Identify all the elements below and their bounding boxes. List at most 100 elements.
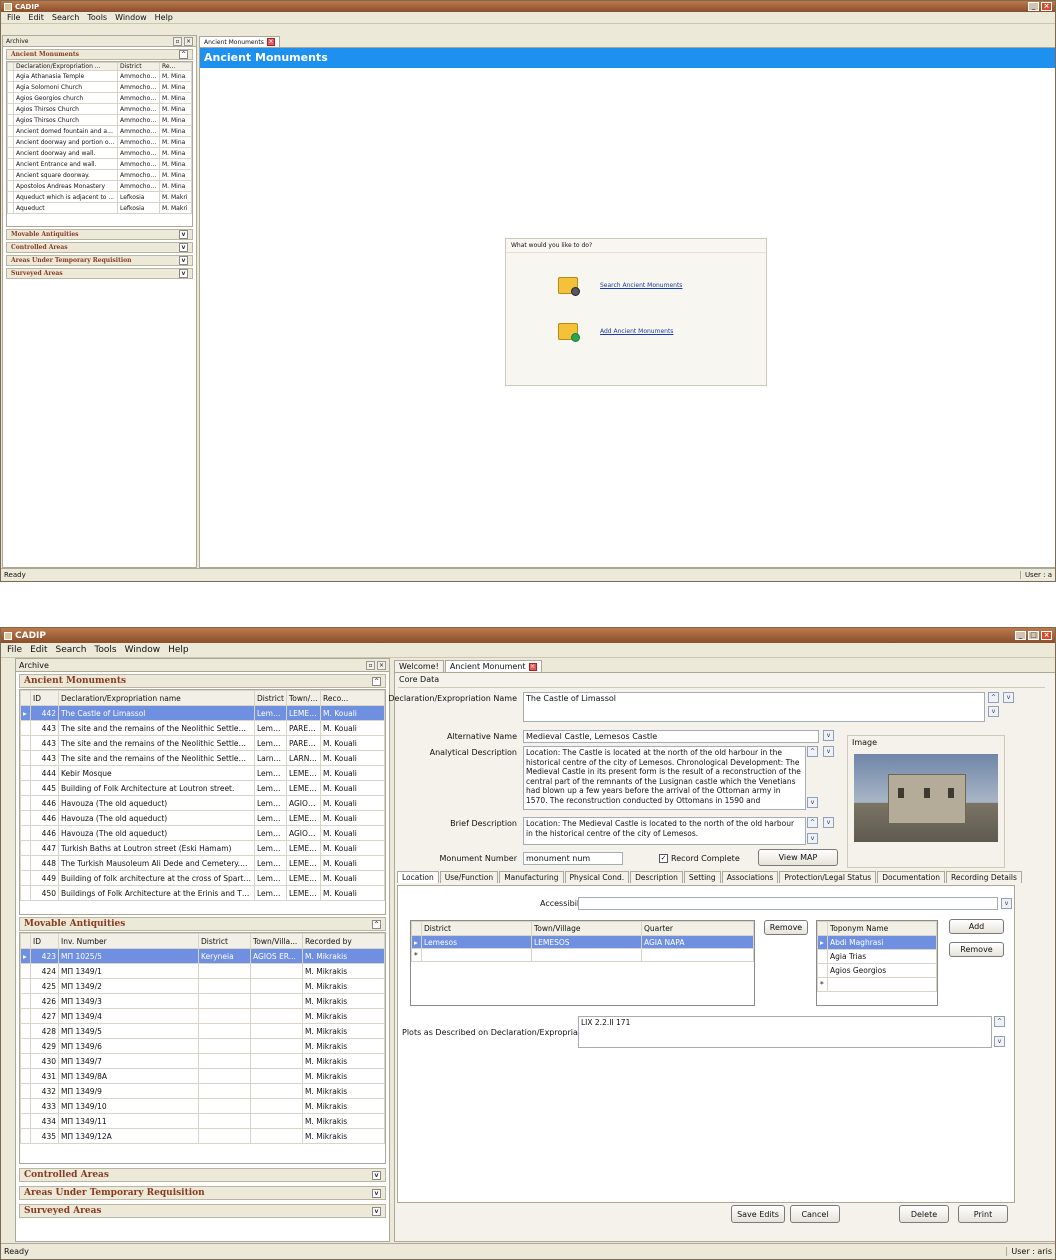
table-cell[interactable]: Ancient domed fountain and an... — [13, 125, 118, 137]
declaration-name-field[interactable]: The Castle of Limassol — [523, 692, 985, 722]
close-window-button[interactable]: × — [1041, 2, 1052, 11]
table-row[interactable]: 427 MΠ 1349/4 M. Mikrakis — [20, 1008, 385, 1024]
table-cell[interactable]: 432 — [30, 1083, 59, 1099]
scroll-up-icon[interactable]: ^ — [988, 692, 999, 703]
table-cell[interactable]: Aqueduct which is adjacent to ... — [13, 191, 118, 203]
table-row[interactable]: 446Havouza (The old aqueduct)LemesosLEME… — [20, 810, 385, 826]
table-cell[interactable]: Buildings of Folk Architecture at the Er… — [58, 885, 255, 901]
maximize-button[interactable]: □ — [1028, 631, 1039, 640]
new-row[interactable]: * — [817, 977, 937, 992]
section-surveyed-areas[interactable]: Surveyed Areas v — [6, 268, 193, 279]
table-cell[interactable]: M. Kouali — [320, 825, 385, 841]
scroll-up-icon[interactable]: ^ — [807, 746, 818, 757]
table-cell[interactable]: Ancient doorway and portion of... — [13, 136, 118, 148]
table-row[interactable]: Agios Georgios — [817, 963, 937, 978]
table-cell[interactable]: M. Kouali — [320, 705, 385, 721]
table-cell[interactable]: 429 — [30, 1038, 59, 1054]
col-district[interactable]: District — [198, 933, 251, 949]
col-id[interactable]: ID — [30, 690, 59, 706]
table-cell[interactable]: M. Makri — [159, 191, 192, 203]
table-row[interactable]: Aqueduct Lefkosia M. Makri — [7, 202, 192, 214]
chevron-down-icon[interactable]: v — [372, 1188, 381, 1198]
close-tab-icon[interactable]: × — [266, 38, 275, 46]
section-movable-antiquities[interactable]: Movable Antiquities ^ — [19, 917, 386, 931]
table-cell[interactable]: MΠ 1349/2 — [58, 978, 199, 994]
table-cell[interactable]: Building of Folk Architecture at Loutron… — [58, 780, 255, 796]
table-row[interactable]: 443 The site and the remains of the Neoli… — [20, 735, 385, 751]
table-row[interactable]: 450 Buildings of Folk Architecture at the… — [20, 885, 385, 901]
table-cell[interactable]: 448 — [30, 855, 59, 871]
table-cell[interactable]: 431 — [30, 1068, 59, 1084]
table-cell[interactable] — [250, 1113, 303, 1129]
search-ancient-monuments-link[interactable]: Search Ancient Monuments — [600, 282, 682, 289]
table-cell[interactable]: LEMES... — [286, 885, 321, 901]
menu-help[interactable]: Help — [155, 13, 173, 22]
table-cell[interactable]: Agia Athanasia Temple — [13, 70, 118, 82]
table-cell[interactable]: 446 — [30, 795, 59, 811]
table-cell[interactable]: MΠ 1349/8A — [58, 1068, 199, 1084]
table-cell[interactable]: M. Mina — [159, 81, 192, 93]
col-town[interactable]: Town/Village — [531, 921, 642, 936]
table-row[interactable]: Ancient doorway and wall. Ammochos... M. M… — [7, 147, 192, 159]
table-cell[interactable]: LEMES... — [286, 840, 321, 856]
chevron-down-icon[interactable]: v — [179, 230, 188, 239]
table-cell[interactable]: M. Mikrakis — [302, 1023, 385, 1039]
table-cell[interactable]: M. Kouali — [320, 855, 385, 871]
scroll-down-icon[interactable]: v — [994, 1036, 1005, 1047]
table-cell[interactable] — [250, 978, 303, 994]
table-cell[interactable]: 425 — [30, 978, 59, 994]
table-cell[interactable]: M. Kouali — [320, 810, 385, 826]
table-cell[interactable] — [250, 1083, 303, 1099]
close-icon[interactable]: × — [377, 660, 386, 670]
quarter-cell[interactable]: AGIA NAPA — [641, 935, 754, 949]
table-row[interactable]: 434 MΠ 1349/11 M. Mikrakis — [20, 1113, 385, 1129]
minimize-button[interactable]: _ — [1028, 2, 1039, 11]
delete-button[interactable]: Delete — [899, 1205, 949, 1223]
table-row[interactable]: Agios Georgios church Ammochos... M. Mina — [7, 92, 192, 104]
table-cell[interactable]: M. Mina — [159, 158, 192, 170]
menu-file[interactable]: File — [7, 645, 22, 655]
subtab-use-function[interactable]: Use/Function — [439, 871, 499, 883]
table-row[interactable]: 444Kebir MosqueLemesosLEMES...M. Kouali — [20, 765, 385, 781]
table-cell[interactable]: M. Mikrakis — [302, 963, 385, 979]
alternative-name-field[interactable]: Medieval Castle, Lemesos Castle — [523, 730, 819, 743]
table-cell[interactable]: M. Mikrakis — [302, 1128, 385, 1144]
table-cell[interactable]: Lemesos — [254, 885, 287, 901]
table-cell[interactable]: 434 — [30, 1113, 59, 1129]
table-cell[interactable]: 450 — [30, 885, 59, 901]
table-cell[interactable]: MΠ 1025/5 — [58, 948, 199, 964]
menu-file[interactable]: File — [7, 13, 20, 22]
table-cell[interactable]: Agios Thirsos Church — [13, 103, 118, 115]
table-cell[interactable]: MΠ 1349/6 — [58, 1038, 199, 1054]
table-row[interactable]: 431 MΠ 1349/8A M. Mikrakis — [20, 1068, 385, 1084]
menu-search[interactable]: Search — [52, 13, 79, 22]
chevron-up-icon[interactable]: ^ — [372, 919, 381, 929]
table-cell[interactable]: PAREK... — [286, 735, 321, 751]
section-controlled-areas[interactable]: Controlled Areas v — [6, 242, 193, 253]
table-cell[interactable]: Ammochos... — [117, 180, 160, 192]
table-row[interactable]: 425 MΠ 1349/2 M. Mikrakis — [20, 978, 385, 994]
table-cell[interactable]: 442 — [30, 705, 59, 721]
menu-tools[interactable]: Tools — [94, 645, 116, 655]
col-toponym[interactable]: Toponym Name — [827, 921, 937, 936]
table-cell[interactable] — [250, 1053, 303, 1069]
scroll-down-icon[interactable]: v — [807, 833, 818, 844]
table-cell[interactable] — [198, 993, 251, 1009]
table-cell[interactable]: Agios Thirsos Church — [13, 114, 118, 126]
table-cell[interactable]: MΠ 1349/5 — [58, 1023, 199, 1039]
table-cell[interactable]: MΠ 1349/9 — [58, 1083, 199, 1099]
table-cell[interactable]: MΠ 1349/4 — [58, 1008, 199, 1024]
table-row[interactable]: ▸ Abdi Maghrasi — [817, 935, 937, 950]
scroll-down-icon[interactable]: v — [988, 706, 999, 717]
table-cell[interactable]: Havouza (The old aqueduct) — [58, 825, 255, 841]
table-row[interactable]: 424 MΠ 1349/1 M. Mikrakis — [20, 963, 385, 979]
table-cell[interactable]: Ammochos... — [117, 125, 160, 137]
chevron-up-icon[interactable]: ^ — [179, 50, 188, 59]
table-row[interactable]: 449 Building of folk architecture at the … — [20, 870, 385, 886]
table-cell[interactable]: Aqueduct — [13, 202, 118, 214]
subtab-recording-details[interactable]: Recording Details — [946, 871, 1022, 883]
subtab-setting[interactable]: Setting — [683, 871, 721, 883]
table-cell[interactable] — [198, 1083, 251, 1099]
table-row[interactable]: 430 MΠ 1349/7 M. Mikrakis — [20, 1053, 385, 1069]
table-cell[interactable]: 443 — [30, 750, 59, 766]
